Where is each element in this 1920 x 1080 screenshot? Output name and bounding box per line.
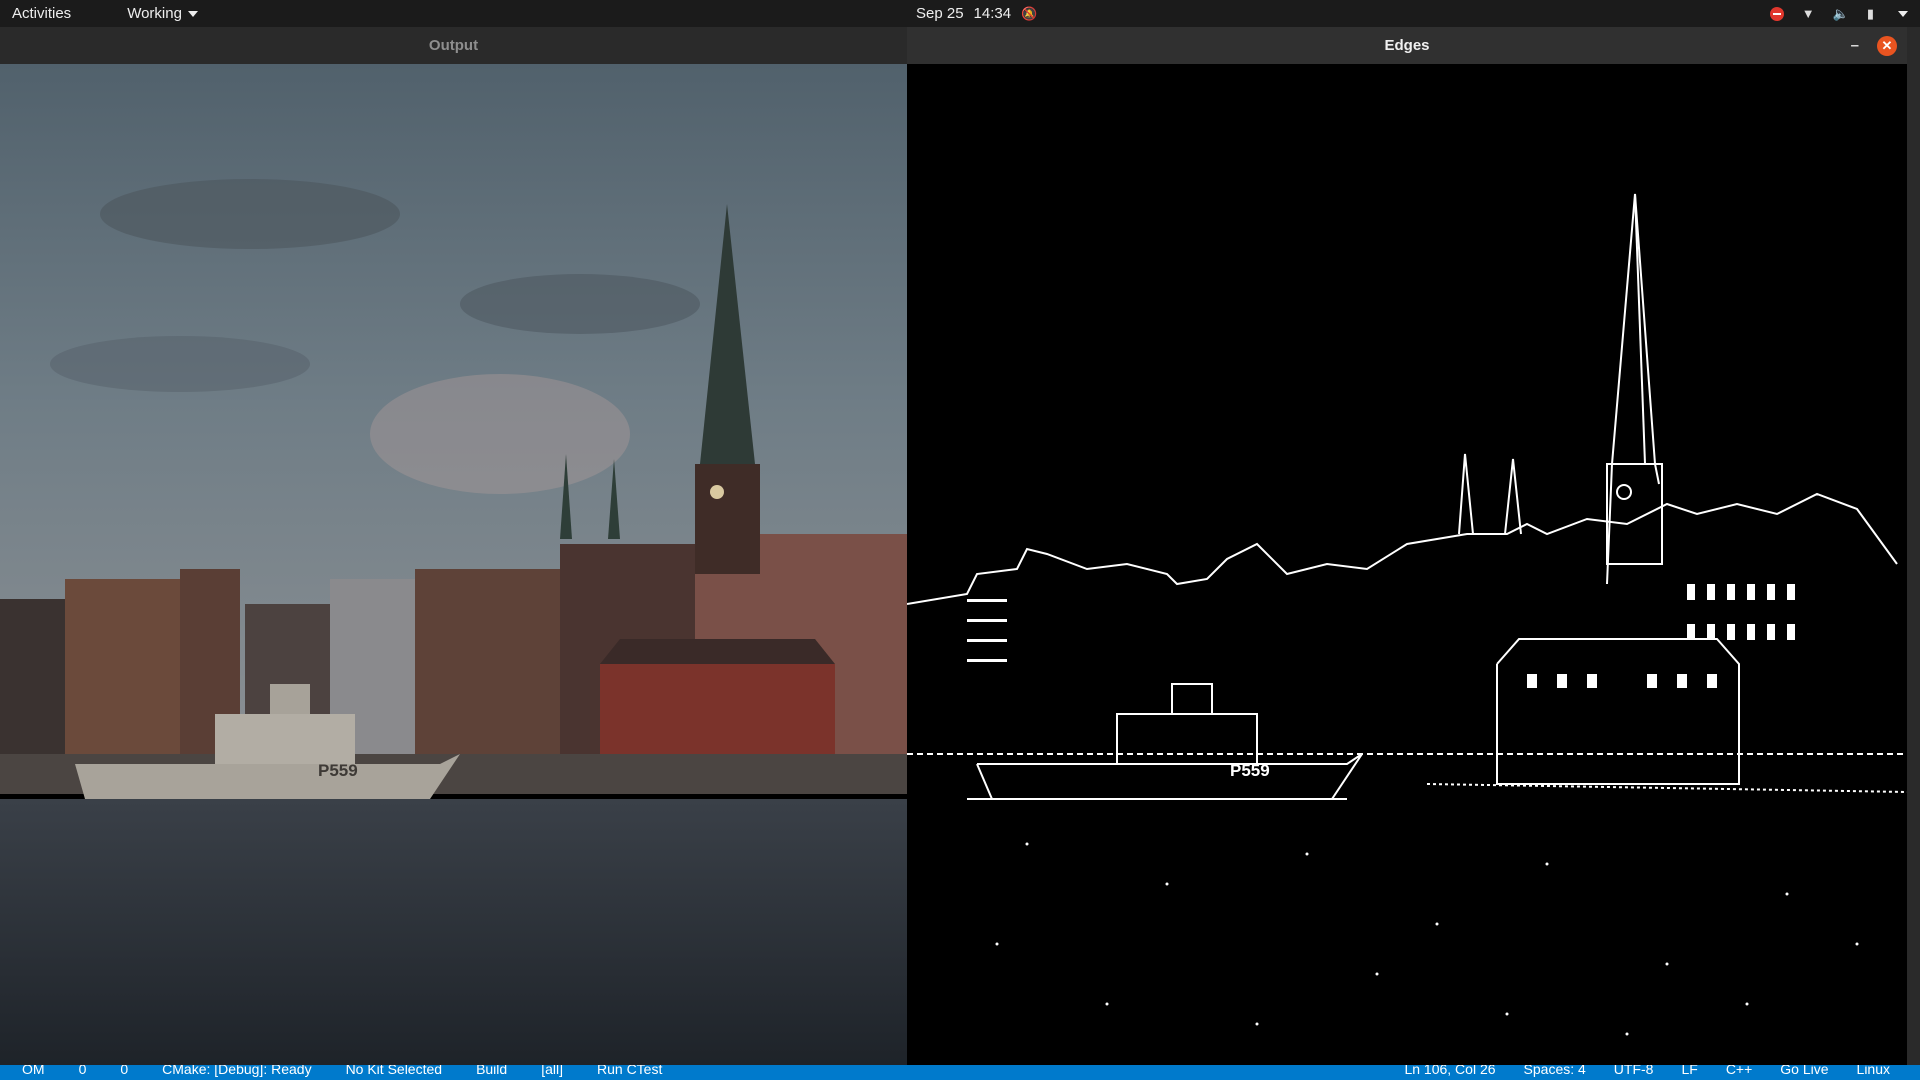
top-bar: Activities Working Sep 25 14:34 🔕 ▼ 🔈 ▮: [0, 0, 1920, 27]
clock[interactable]: Sep 25 14:34 🔕: [916, 0, 1037, 27]
status-go-live[interactable]: Go Live: [1780, 1065, 1828, 1077]
status-target[interactable]: [all]: [541, 1065, 563, 1077]
activities-button[interactable]: Activities: [12, 5, 71, 22]
minimize-button[interactable]: –: [1851, 37, 1859, 54]
ship-hull-label: P559: [318, 761, 358, 780]
status-ctest[interactable]: Run CTest: [597, 1065, 662, 1077]
output-window[interactable]: Output P559: [0, 27, 907, 1065]
chevron-down-icon: [187, 11, 198, 18]
status-encoding[interactable]: UTF-8: [1614, 1065, 1654, 1077]
app-menu[interactable]: Working: [127, 5, 198, 22]
status-build[interactable]: Build: [476, 1065, 507, 1077]
battery-icon[interactable]: ▮: [1867, 6, 1874, 22]
wifi-icon[interactable]: ▼: [1802, 6, 1815, 21]
volume-icon[interactable]: 🔈: [1833, 6, 1849, 22]
output-titlebar[interactable]: Output: [0, 27, 907, 64]
status-eol[interactable]: LF: [1681, 1065, 1697, 1077]
status-os[interactable]: Linux: [1857, 1065, 1890, 1077]
output-image: P559: [0, 64, 907, 1065]
status-cursor[interactable]: Ln 106, Col 26: [1404, 1065, 1495, 1077]
notifications-muted-icon: 🔕: [1021, 5, 1038, 21]
status-cmake[interactable]: CMake: [Debug]: Ready: [162, 1065, 311, 1077]
output-title: Output: [428, 37, 479, 54]
status-branch[interactable]: OM: [22, 1065, 45, 1077]
ship-hull-label-edges: P559: [1230, 761, 1270, 780]
status-errors[interactable]: 0: [79, 1065, 87, 1077]
edges-titlebar[interactable]: Edges – ✕: [907, 27, 1907, 64]
system-menu-icon[interactable]: [1898, 10, 1908, 17]
date-label: Sep 25: [916, 5, 964, 22]
scrollbar[interactable]: [1907, 27, 1920, 1065]
status-indent[interactable]: Spaces: 4: [1524, 1065, 1586, 1077]
harbor-photo: P559: [0, 64, 907, 1065]
status-kit[interactable]: No Kit Selected: [346, 1065, 443, 1077]
dnd-icon[interactable]: [1769, 6, 1784, 21]
edges-image: P559: [907, 64, 1907, 1065]
status-bar: OM 0 0 CMake: [Debug]: Ready No Kit Sele…: [0, 1065, 1920, 1080]
time-label: 14:34: [973, 5, 1012, 22]
close-button[interactable]: ✕: [1877, 35, 1897, 56]
edges-window[interactable]: Edges – ✕ P559: [907, 27, 1907, 1065]
app-menu-label: Working: [127, 5, 182, 22]
status-warnings[interactable]: 0: [120, 1065, 128, 1077]
status-language[interactable]: C++: [1726, 1065, 1752, 1077]
edges-title: Edges: [1384, 37, 1430, 54]
edge-map: P559: [907, 64, 1907, 1065]
